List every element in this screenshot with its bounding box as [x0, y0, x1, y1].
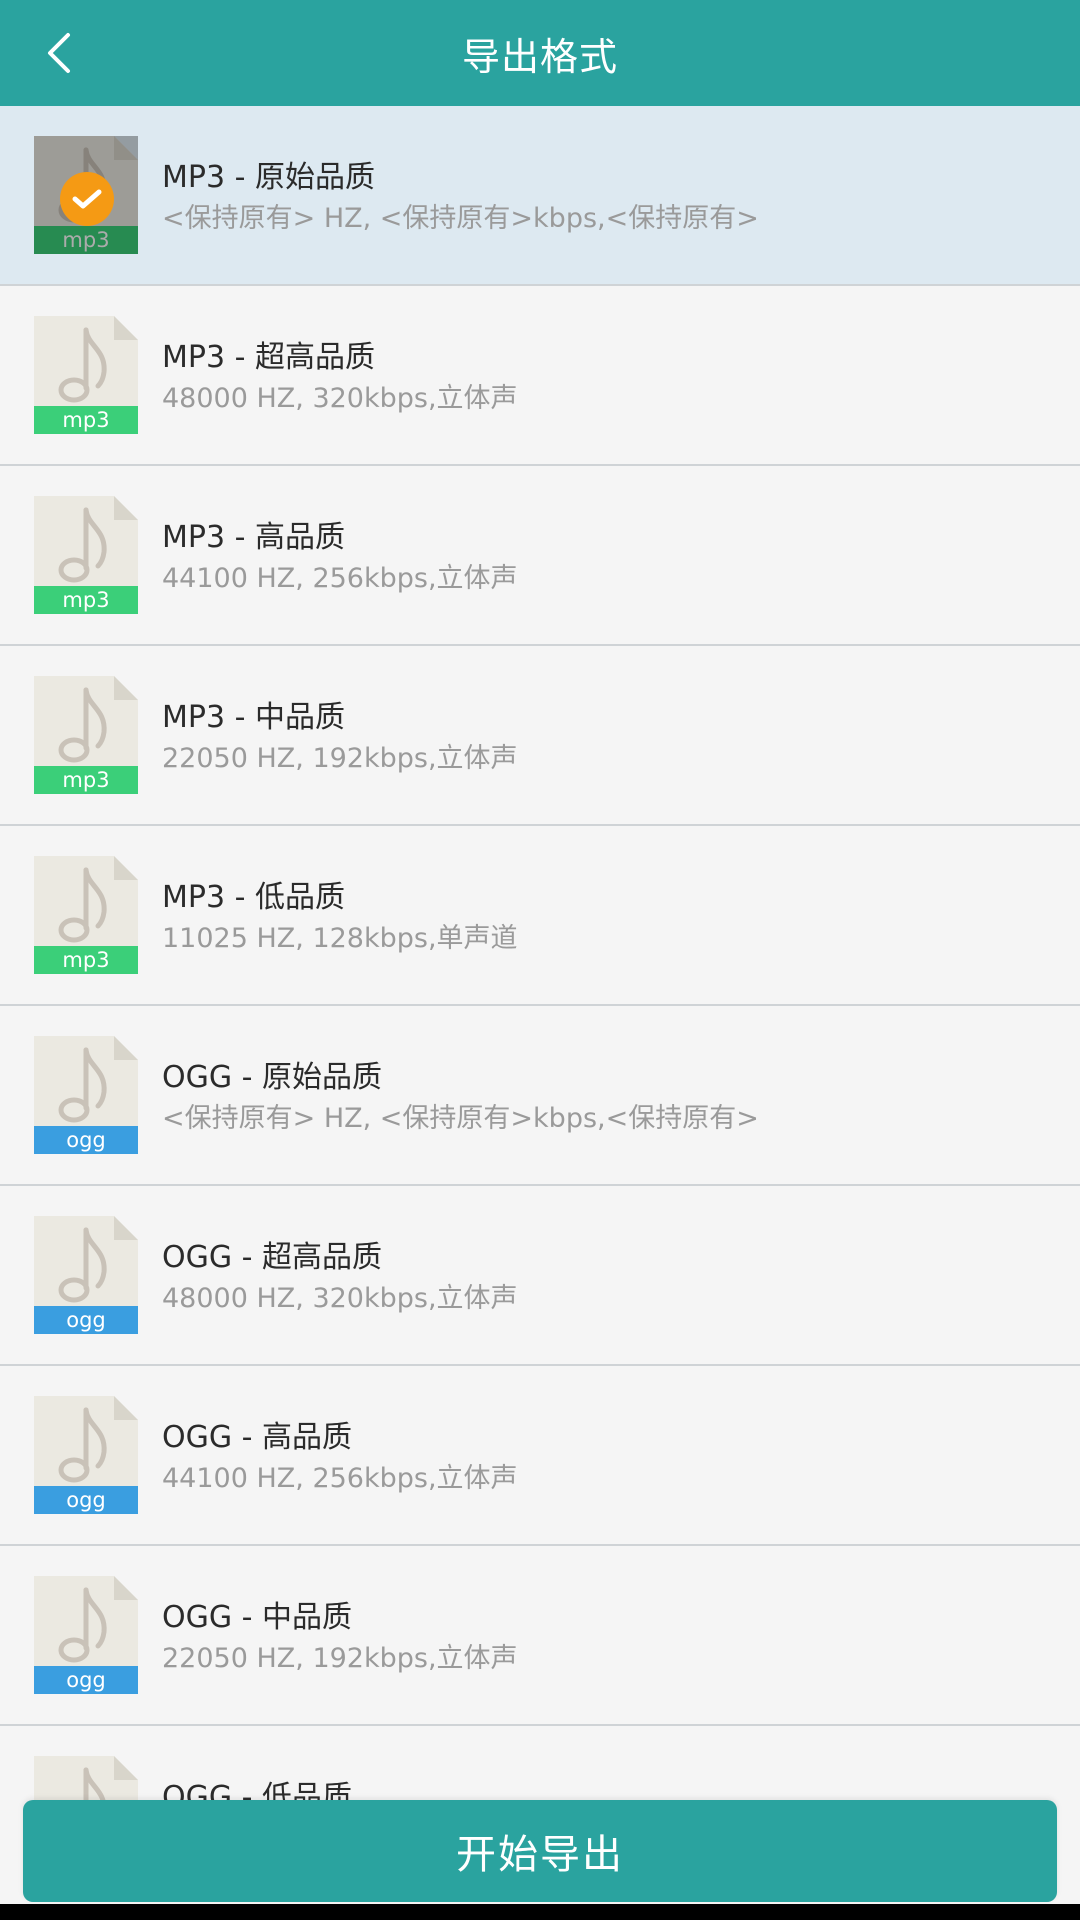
item-subtitle: 48000 HZ, 320kbps,立体声: [162, 383, 518, 414]
music-file-icon: mp3: [34, 136, 138, 254]
chevron-left-icon: [48, 33, 70, 73]
item-text: MP3 - 中品质 22050 HZ, 192kbps,立体声: [162, 698, 1042, 778]
system-nav-bar: [0, 1904, 1080, 1920]
top-app-bar: 导出格式: [0, 0, 1080, 106]
back-button[interactable]: [30, 23, 90, 83]
music-file-icon: ogg: [34, 1036, 138, 1154]
format-list-item[interactable]: mp3 MP3 - 低品质 11025 HZ, 128kbps,单声道: [0, 826, 1080, 1006]
format-list: mp3 MP3 - 原始品质 <保持原有> HZ, <保持原有>kbps,<保持原有…: [0, 106, 1080, 1906]
check-icon: [60, 172, 114, 226]
item-subtitle: 22050 HZ, 192kbps,立体声: [162, 743, 518, 774]
item-subtitle: 44100 HZ, 256kbps,立体声: [162, 1463, 518, 1494]
item-title: OGG - 高品质: [162, 1420, 353, 1455]
format-badge: ogg: [34, 1306, 138, 1334]
music-file-icon: mp3: [34, 496, 138, 614]
item-subtitle: 48000 HZ, 320kbps,立体声: [162, 1283, 518, 1314]
item-text: MP3 - 原始品质 <保持原有> HZ, <保持原有>kbps,<保持原有>: [162, 158, 1042, 238]
item-text: OGG - 中品质 22050 HZ, 192kbps,立体声: [162, 1598, 1042, 1678]
item-text: OGG - 高品质 44100 HZ, 256kbps,立体声: [162, 1418, 1042, 1498]
item-title: MP3 - 高品质: [162, 520, 345, 555]
page-title: 导出格式: [461, 34, 618, 79]
format-list-item[interactable]: ogg OGG - 高品质 44100 HZ, 256kbps,立体声: [0, 1366, 1080, 1546]
start-export-button[interactable]: 开始导出: [23, 1800, 1057, 1902]
format-badge: mp3: [34, 766, 138, 794]
item-subtitle: <保持原有> HZ, <保持原有>kbps,<保持原有>: [162, 1103, 759, 1134]
item-subtitle: <保持原有> HZ, <保持原有>kbps,<保持原有>: [162, 203, 759, 234]
item-text: OGG - 原始品质 <保持原有> HZ, <保持原有>kbps,<保持原有>: [162, 1058, 1042, 1138]
item-text: MP3 - 低品质 11025 HZ, 128kbps,单声道: [162, 878, 1042, 958]
item-subtitle: 11025 HZ, 128kbps,单声道: [162, 923, 518, 954]
item-subtitle: 22050 HZ, 192kbps,立体声: [162, 1643, 518, 1674]
music-file-icon: ogg: [34, 1576, 138, 1694]
item-title: OGG - 原始品质: [162, 1060, 383, 1095]
item-text: MP3 - 高品质 44100 HZ, 256kbps,立体声: [162, 518, 1042, 598]
item-title: MP3 - 中品质: [162, 700, 345, 735]
format-list-item[interactable]: ogg OGG - 原始品质 <保持原有> HZ, <保持原有>kbps,<保持原有…: [0, 1006, 1080, 1186]
music-file-icon: ogg: [34, 1216, 138, 1334]
item-title: MP3 - 超高品质: [162, 340, 375, 375]
music-file-icon: mp3: [34, 316, 138, 434]
format-list-item[interactable]: mp3 MP3 - 高品质 44100 HZ, 256kbps,立体声: [0, 466, 1080, 646]
format-badge: ogg: [34, 1126, 138, 1154]
item-title: OGG - 超高品质: [162, 1240, 383, 1275]
format-list-item[interactable]: ogg OGG - 超高品质 48000 HZ, 320kbps,立体声: [0, 1186, 1080, 1366]
item-text: OGG - 超高品质 48000 HZ, 320kbps,立体声: [162, 1238, 1042, 1318]
music-file-icon: mp3: [34, 676, 138, 794]
format-badge: mp3: [34, 406, 138, 434]
format-badge: mp3: [34, 946, 138, 974]
app-root: 导出格式 mp3 MP3 - 原始品质 <保持原有> HZ, <保持原有>kbps,…: [0, 0, 1080, 1920]
format-list-item[interactable]: mp3 MP3 - 中品质 22050 HZ, 192kbps,立体声: [0, 646, 1080, 826]
item-title: MP3 - 低品质: [162, 880, 345, 915]
music-file-icon: mp3: [34, 856, 138, 974]
item-title: OGG - 中品质: [162, 1600, 353, 1635]
item-title: MP3 - 原始品质: [162, 160, 375, 195]
format-list-item[interactable]: mp3 MP3 - 超高品质 48000 HZ, 320kbps,立体声: [0, 286, 1080, 466]
music-file-icon: ogg: [34, 1396, 138, 1514]
format-badge: ogg: [34, 1486, 138, 1514]
format-list-item[interactable]: ogg OGG - 中品质 22050 HZ, 192kbps,立体声: [0, 1546, 1080, 1726]
item-text: MP3 - 超高品质 48000 HZ, 320kbps,立体声: [162, 338, 1042, 418]
item-subtitle: 44100 HZ, 256kbps,立体声: [162, 563, 518, 594]
format-list-item[interactable]: mp3 MP3 - 原始品质 <保持原有> HZ, <保持原有>kbps,<保持原有…: [0, 106, 1080, 286]
format-badge: mp3: [34, 586, 138, 614]
format-badge: ogg: [34, 1666, 138, 1694]
